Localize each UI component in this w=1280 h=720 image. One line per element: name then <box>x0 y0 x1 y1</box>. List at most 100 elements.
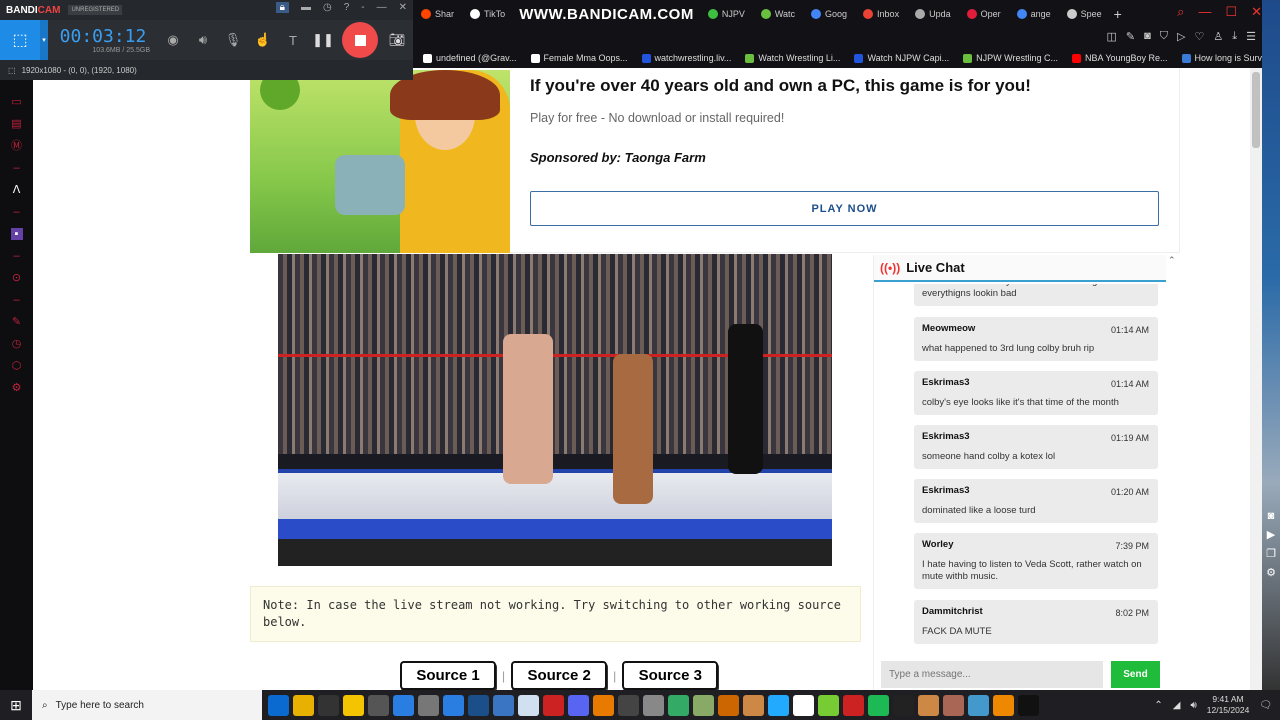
taskbar-search[interactable]: ⌕ Type here to search <box>32 690 262 720</box>
gear-icon[interactable]: ⚙ <box>1266 566 1276 579</box>
folder-app-icon[interactable] <box>343 694 364 716</box>
video-player[interactable] <box>278 254 832 566</box>
webcam-icon[interactable]: ◉ <box>158 32 188 48</box>
player-icon[interactable]: ⊙ <box>12 272 21 284</box>
app-icon[interactable] <box>618 694 639 716</box>
bookmark-item[interactable]: undefined (@Grav... <box>423 53 517 63</box>
browser-tab[interactable]: ange <box>1009 0 1059 28</box>
close-button[interactable]: ✕ <box>399 2 407 13</box>
timer-icon[interactable]: ◷ <box>323 2 332 13</box>
app-icon[interactable] <box>418 694 439 716</box>
app-icon[interactable] <box>743 694 764 716</box>
app-icon[interactable] <box>368 694 389 716</box>
browser-tab[interactable]: TikTo <box>462 0 513 28</box>
file-app-icon[interactable] <box>493 694 514 716</box>
tv-icon[interactable]: ▤ <box>11 118 21 130</box>
chat-messages[interactable]: I woudint count colby out but his wrestl… <box>874 284 1167 659</box>
browser-tab[interactable]: Shar <box>413 0 462 28</box>
browser-tab[interactable]: Watc <box>753 0 803 28</box>
chat-message-input[interactable] <box>881 661 1103 688</box>
app-icon[interactable] <box>668 694 689 716</box>
minimize-button[interactable]: — <box>1198 4 1211 20</box>
browser-tab[interactable]: Inbox <box>855 0 907 28</box>
bookmark-item[interactable]: NJPW Wrestling C... <box>963 53 1058 63</box>
speaker-icon[interactable]: 🔊︎ <box>188 32 218 48</box>
chevron-up-icon[interactable]: ⌃ <box>1154 700 1162 711</box>
screenshot-icon[interactable]: 📷︎ <box>382 32 412 48</box>
spotify-app-icon[interactable] <box>868 694 889 716</box>
browser-tab[interactable]: Oper <box>959 0 1009 28</box>
chat-collapse-icon[interactable]: ⌃ <box>1168 255 1176 266</box>
camera-icon[interactable]: ◙ <box>1268 510 1275 522</box>
opera-app-icon[interactable] <box>543 694 564 716</box>
shopping-icon[interactable]: ▭ <box>11 96 21 108</box>
network-icon[interactable]: ◢ <box>1173 700 1181 711</box>
app-icon[interactable] <box>893 694 914 716</box>
start-button[interactable]: ⊞ <box>0 697 32 714</box>
stop-record-button[interactable] <box>342 22 378 58</box>
heart-icon[interactable]: ♡ <box>1195 30 1205 43</box>
menu-icon[interactable]: ☰ <box>1246 30 1256 43</box>
steam-app-icon[interactable] <box>468 694 489 716</box>
mail-app-icon[interactable] <box>268 694 289 716</box>
app-icon[interactable] <box>768 694 789 716</box>
app-icon[interactable] <box>993 694 1014 716</box>
minimize-tray-button[interactable]: - <box>361 2 364 13</box>
app-icon[interactable] <box>818 694 839 716</box>
app-icon[interactable] <box>643 694 664 716</box>
app-icon[interactable] <box>968 694 989 716</box>
mode-dropdown[interactable]: ▾ <box>40 20 48 60</box>
ad-title[interactable]: If you're over 40 years old and own a PC… <box>530 76 1031 96</box>
microphone-icon[interactable]: 🎙︎ <box>218 32 248 48</box>
browser-tab[interactable]: NJPV <box>700 0 753 28</box>
app-icon[interactable] <box>693 694 714 716</box>
bookmark-item[interactable]: Watch NJPW Capi... <box>854 53 949 63</box>
shield-icon[interactable]: ⛉ <box>1160 30 1168 43</box>
profile-icon[interactable]: ♙ <box>1213 30 1223 43</box>
lock-icon[interactable]: 🔒︎ <box>275 2 289 13</box>
app-icon[interactable] <box>943 694 964 716</box>
bookmark-item[interactable]: watchwrestling.liv... <box>641 53 731 63</box>
close-button[interactable]: ✕ <box>1251 4 1262 20</box>
edit-icon[interactable]: ✎ <box>1126 30 1135 43</box>
twitch-icon[interactable]: ▪ <box>10 228 23 240</box>
send-button[interactable]: Send <box>1111 661 1160 688</box>
camera-icon[interactable]: ◙ <box>1144 30 1151 43</box>
app-icon[interactable] <box>1018 694 1039 716</box>
download-icon[interactable]: ⤓ <box>1232 30 1237 43</box>
app-icon[interactable] <box>443 694 464 716</box>
notifications-icon[interactable]: 🗨︎ <box>1259 700 1272 711</box>
messenger-icon[interactable]: Ⓜ <box>11 140 22 152</box>
window-icon[interactable]: ❐ <box>1266 547 1276 560</box>
bookmark-item[interactable]: NBA YoungBoy Re... <box>1071 53 1168 63</box>
bandicam-app-icon[interactable] <box>843 694 864 716</box>
split-view-icon[interactable]: ◫ <box>1107 30 1117 43</box>
bookmark-item[interactable]: Watch Wrestling Li... <box>745 53 840 63</box>
discord-app-icon[interactable] <box>568 694 589 716</box>
aria-icon[interactable]: ᐱ <box>13 184 21 196</box>
maximize-button[interactable]: ☐ <box>1225 4 1237 20</box>
help-icon[interactable]: ? <box>344 2 350 13</box>
play-now-button[interactable]: PLAY NOW <box>530 191 1159 226</box>
file-explorer-app-icon[interactable] <box>293 694 314 716</box>
ad-image[interactable] <box>250 70 510 253</box>
folder-icon[interactable]: ▬ <box>301 2 311 13</box>
source-2-button[interactable]: Source 2 <box>511 661 608 690</box>
play-icon[interactable]: ▷ <box>1177 30 1185 43</box>
clock[interactable]: 9:41 AM 12/15/2024 <box>1207 694 1250 716</box>
minimize-button[interactable]: — <box>377 2 387 13</box>
browser-tab[interactable]: Upda <box>907 0 959 28</box>
settings-icon[interactable]: ⚙ <box>12 382 22 394</box>
page-scrollbar[interactable] <box>1250 68 1262 690</box>
app-icon[interactable] <box>718 694 739 716</box>
text-icon[interactable]: T <box>278 33 308 48</box>
scrollbar-thumb[interactable] <box>1252 72 1260 148</box>
screen-mode-button[interactable]: ⬚ <box>0 20 40 60</box>
video-icon[interactable]: ▶ <box>1267 528 1275 541</box>
app-icon[interactable] <box>918 694 939 716</box>
history-icon[interactable]: ◷ <box>12 338 22 350</box>
browser-tab[interactable]: Goog <box>803 0 855 28</box>
settings-app-icon[interactable] <box>793 694 814 716</box>
pause-button[interactable]: ❚❚ <box>308 32 338 48</box>
volume-icon[interactable]: 🔊︎ <box>1190 700 1196 711</box>
